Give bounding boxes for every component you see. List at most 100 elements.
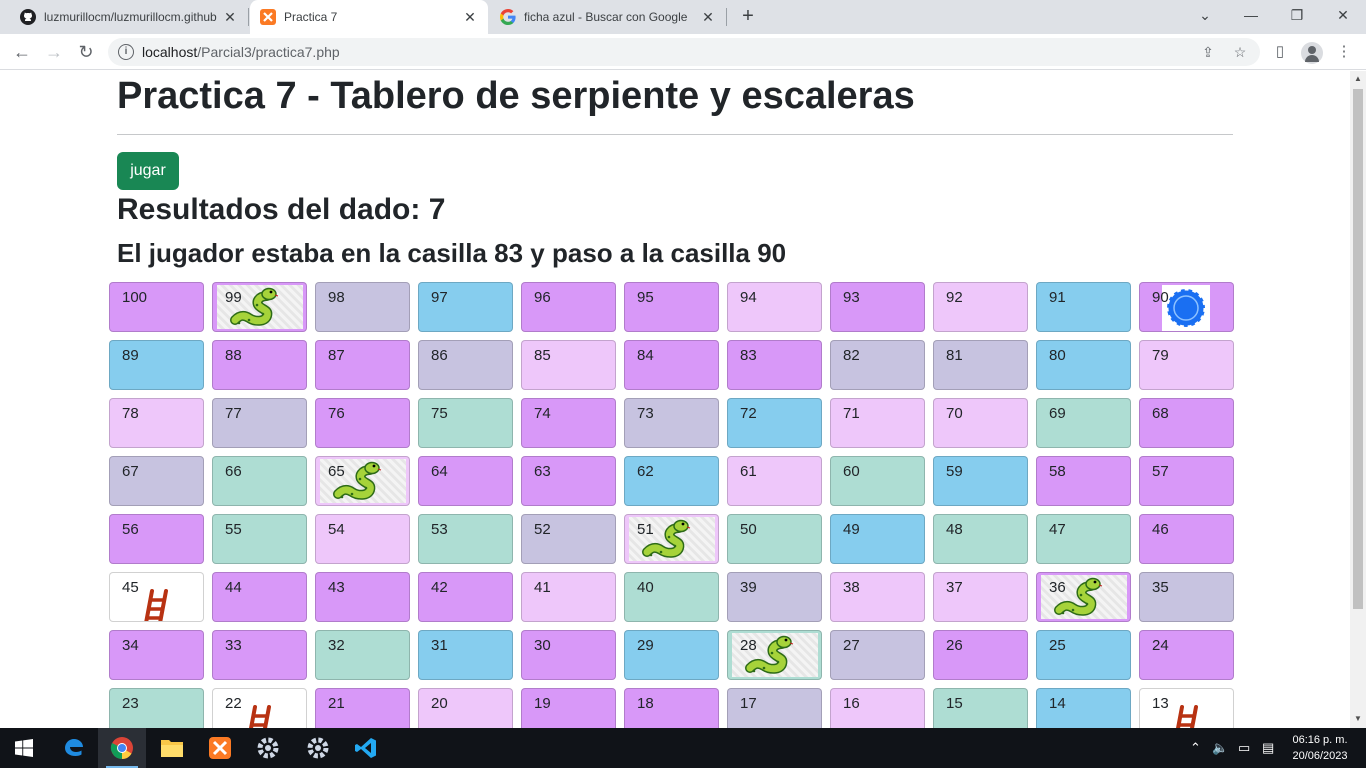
board-cell-39: 39	[727, 572, 822, 622]
play-button[interactable]: jugar	[117, 152, 179, 190]
board-cell-96: 96	[521, 282, 616, 332]
board-cell-80: 80	[1036, 340, 1131, 390]
tab-google[interactable]: ficha azul - Buscar con Google ✕	[480, 0, 726, 34]
chrome-icon[interactable]	[98, 728, 146, 768]
cell-number: 84	[637, 347, 654, 364]
share-icon[interactable]: ⇪	[1198, 42, 1218, 62]
board-cell-15: 15	[933, 688, 1028, 728]
board-cell-27: 27	[830, 630, 925, 680]
notifications-icon[interactable]: ▤	[1262, 740, 1274, 756]
cell-number: 52	[534, 521, 551, 538]
board-cell-92: 92	[933, 282, 1028, 332]
board-cell-84: 84	[624, 340, 719, 390]
file-explorer-icon[interactable]	[148, 728, 196, 768]
reload-icon[interactable]: ↻	[72, 38, 100, 66]
settings-icon[interactable]	[294, 728, 342, 768]
board-cell-14: 14	[1036, 688, 1131, 728]
cell-number: 33	[225, 637, 242, 654]
settings-icon[interactable]	[244, 728, 292, 768]
board-cell-86: 86	[418, 340, 513, 390]
cell-number: 88	[225, 347, 242, 364]
cell-number: 94	[740, 289, 757, 306]
cell-number: 73	[637, 405, 654, 422]
volume-muted-icon[interactable]: 🔈	[1212, 740, 1228, 756]
page-title: Practica 7 - Tablero de serpiente y esca…	[117, 75, 915, 117]
address-bar[interactable]: i localhost/Parcial3/practica7.php ⇪ ☆	[108, 38, 1260, 66]
board-cell-62: 62	[624, 456, 719, 506]
close-tab-icon[interactable]: ✕	[222, 9, 238, 25]
cell-number: 61	[740, 463, 757, 480]
tab-github[interactable]: luzmurillocm/luzmurillocm.github ✕	[0, 0, 248, 34]
divider	[117, 134, 1233, 135]
back-arrow-icon[interactable]: ←	[8, 38, 36, 66]
bookmark-star-icon[interactable]: ☆	[1230, 42, 1250, 62]
new-tab-plus-icon[interactable]: +	[736, 5, 760, 29]
cell-number: 78	[122, 405, 139, 422]
cell-number: 45	[122, 579, 139, 596]
cell-number: 39	[740, 579, 757, 596]
player-token-icon	[1162, 285, 1210, 331]
cell-number: 74	[534, 405, 551, 422]
maximize-icon[interactable]: ❐	[1274, 0, 1320, 30]
side-panel-icon[interactable]: ▯	[1270, 42, 1290, 62]
close-tab-icon[interactable]: ✕	[462, 9, 478, 25]
menu-kebab-icon[interactable]: ⋮	[1334, 42, 1354, 62]
close-window-icon[interactable]: ✕	[1320, 0, 1366, 30]
board-cell-23: 23	[109, 688, 204, 728]
tray-chevron-icon[interactable]: ⌃	[1190, 740, 1201, 756]
cell-number: 92	[946, 289, 963, 306]
close-tab-icon[interactable]: ✕	[700, 9, 716, 25]
url-text[interactable]: localhost/Parcial3/practica7.php	[142, 44, 340, 60]
board-cell-68: 68	[1139, 398, 1234, 448]
page-scrollbar[interactable]: ▲ ▼	[1350, 71, 1366, 728]
start-icon[interactable]	[0, 728, 48, 768]
cell-number: 18	[637, 695, 654, 712]
profile-avatar-icon[interactable]	[1301, 42, 1323, 64]
board-cell-76: 76	[315, 398, 410, 448]
cell-number: 44	[225, 579, 242, 596]
cell-number: 95	[637, 289, 654, 306]
board-cell-67: 67	[109, 456, 204, 506]
board-cell-21: 21	[315, 688, 410, 728]
board-cell-81: 81	[933, 340, 1028, 390]
board-cell-24: 24	[1139, 630, 1234, 680]
cell-number: 21	[328, 695, 345, 712]
ladder-icon	[1172, 705, 1202, 728]
cell-number: 91	[1049, 289, 1066, 306]
minimize-icon[interactable]: —	[1228, 0, 1274, 30]
cell-number: 30	[534, 637, 551, 654]
network-icon[interactable]: ▭	[1238, 740, 1250, 756]
cell-number: 80	[1049, 347, 1066, 364]
browser-toolbar: ← → ↻ i localhost/Parcial3/practica7.php…	[0, 34, 1366, 70]
cell-number: 23	[122, 695, 139, 712]
xampp-icon[interactable]	[196, 728, 244, 768]
cell-number: 58	[1049, 463, 1066, 480]
board-cell-34: 34	[109, 630, 204, 680]
board-cell-58: 58	[1036, 456, 1131, 506]
site-info-icon[interactable]: i	[118, 44, 134, 60]
ladder-icon	[245, 705, 275, 728]
cell-number: 67	[122, 463, 139, 480]
board-cell-79: 79	[1139, 340, 1234, 390]
cell-number: 37	[946, 579, 963, 596]
board-cell-100: 100	[109, 282, 204, 332]
board-cell-72: 72	[727, 398, 822, 448]
taskbar-clock[interactable]: 06:16 p. m. 20/06/2023	[1288, 732, 1352, 764]
forward-arrow-icon[interactable]: →	[40, 38, 68, 66]
scroll-down-arrow-icon[interactable]: ▼	[1353, 714, 1363, 723]
scrollbar-thumb[interactable]	[1353, 89, 1363, 609]
tab-practica7[interactable]: Practica 7 ✕	[250, 0, 488, 34]
board-cell-37: 37	[933, 572, 1028, 622]
board-cell-52: 52	[521, 514, 616, 564]
board-cell-38: 38	[830, 572, 925, 622]
board-cell-16: 16	[830, 688, 925, 728]
board-cell-30: 30	[521, 630, 616, 680]
xampp-icon	[260, 9, 276, 25]
scroll-up-arrow-icon[interactable]: ▲	[1353, 74, 1363, 83]
edge-icon[interactable]	[50, 728, 98, 768]
vscode-icon[interactable]	[342, 728, 390, 768]
board-cell-75: 75	[418, 398, 513, 448]
cell-number: 20	[431, 695, 448, 712]
board-cell-97: 97	[418, 282, 513, 332]
tab-search-chevron-icon[interactable]: ⌄	[1182, 0, 1228, 30]
